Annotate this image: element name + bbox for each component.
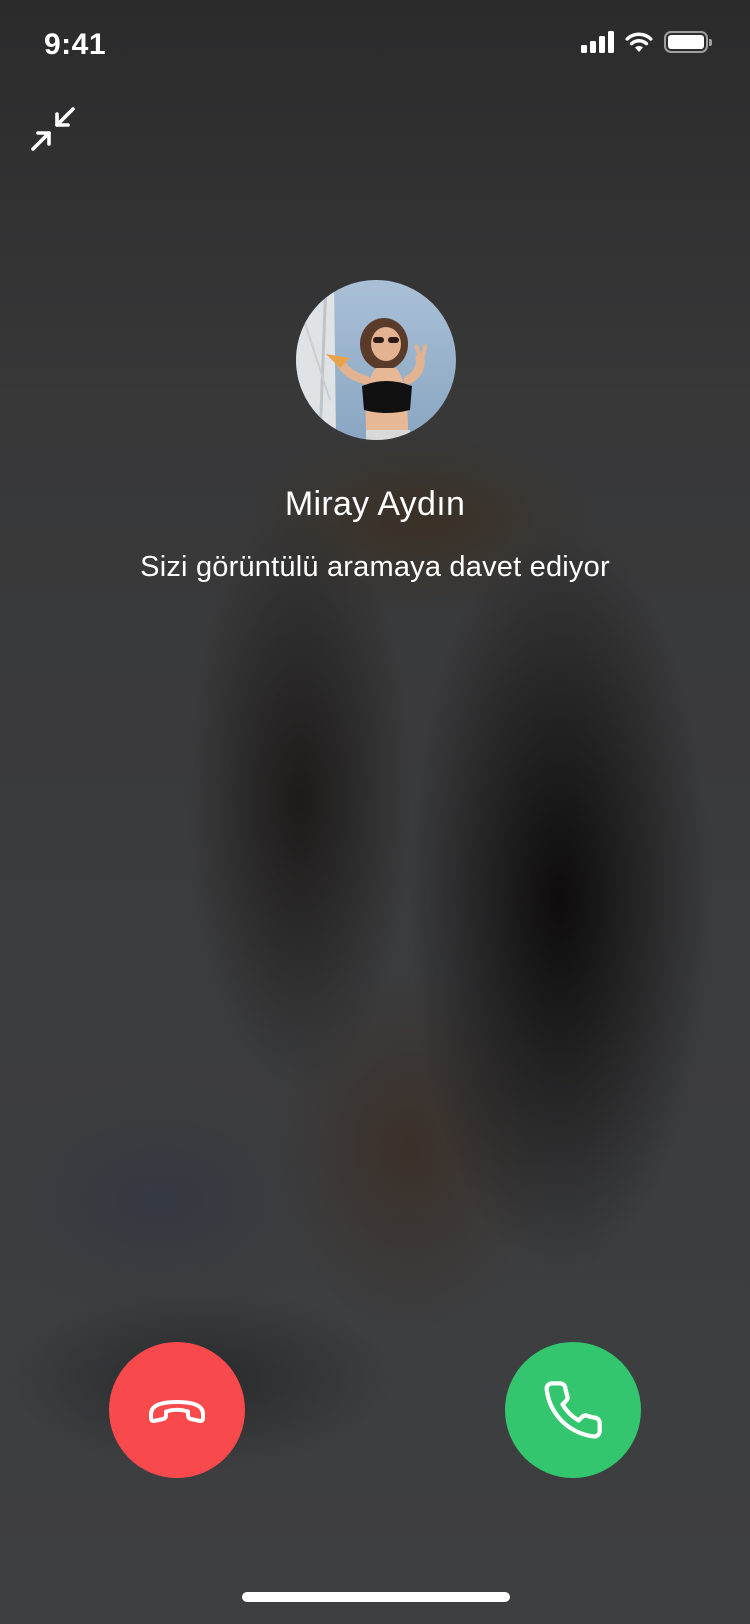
- caller-name: Miray Aydın: [284, 485, 466, 523]
- status-bar: 9:41: [0, 0, 750, 90]
- battery-level: [668, 35, 704, 49]
- incoming-call-screen: 9:41 Miray Aydın Sizi görüntülü aramaya …: [0, 0, 750, 1624]
- caller-avatar: [296, 280, 456, 440]
- cellular-signal-icon: [581, 31, 614, 53]
- minimize-arrows-icon: [31, 107, 75, 151]
- wifi-icon: [625, 32, 653, 52]
- call-status-text: Sizi görüntülü aramaya davet ediyor: [140, 551, 610, 583]
- status-time: 9:41: [44, 28, 107, 61]
- status-icons: [581, 31, 712, 53]
- accept-call-button[interactable]: [505, 1342, 641, 1478]
- phone-icon: [544, 1381, 602, 1439]
- caller-avatar-photo: [296, 280, 456, 440]
- home-indicator[interactable]: [242, 1592, 510, 1602]
- phone-hangup-icon: [149, 1400, 205, 1423]
- battery-icon: [664, 31, 712, 53]
- decline-call-button[interactable]: [109, 1342, 245, 1478]
- blurred-video-background: [0, 0, 750, 1624]
- minimize-button[interactable]: [28, 104, 78, 154]
